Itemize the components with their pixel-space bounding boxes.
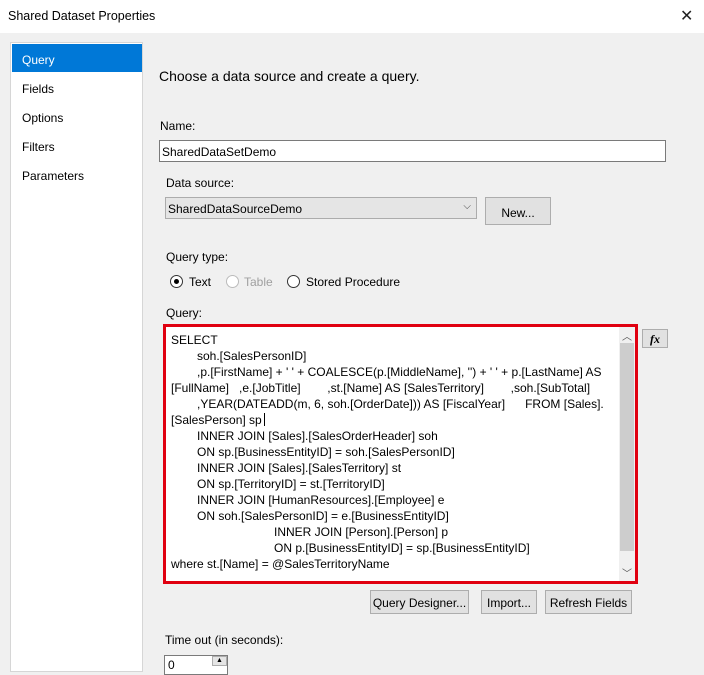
- datasource-select[interactable]: SharedDataSourceDemo ⌵: [165, 197, 477, 219]
- stepper-up-icon[interactable]: ▲: [212, 656, 227, 666]
- sidebar-item-fields[interactable]: Fields: [12, 73, 142, 101]
- sidebar-item-query[interactable]: Query: [12, 44, 142, 72]
- scrollbar-thumb[interactable]: [620, 343, 634, 551]
- expression-button[interactable]: fx: [642, 329, 668, 348]
- query-label: Query:: [166, 306, 203, 320]
- radio-stored-procedure[interactable]: [287, 275, 300, 288]
- query-line: ON sp.[BusinessEntityID] = soh.[SalesPer…: [197, 445, 455, 459]
- new-datasource-button[interactable]: New...: [485, 197, 551, 225]
- sidebar-item-parameters[interactable]: Parameters: [12, 160, 142, 188]
- query-textarea[interactable]: SELECT soh.[SalesPersonID] ,p.[FirstName…: [163, 324, 638, 584]
- query-designer-button[interactable]: Query Designer...: [370, 590, 469, 614]
- sidebar-item-options[interactable]: Options: [12, 102, 142, 130]
- query-line-cursor: [SalesPerson] sp: [171, 413, 265, 427]
- vertical-scrollbar[interactable]: ︿ ﹀: [619, 327, 635, 581]
- query-line: ,p.[FirstName] + ' ' + COALESCE(p.[Middl…: [197, 365, 602, 379]
- query-line: INNER JOIN [HumanResources].[Employee] e: [197, 493, 445, 507]
- query-line: soh.[SalesPersonID]: [197, 349, 307, 363]
- query-line: ON p.[BusinessEntityID] = sp.[BusinessEn…: [274, 541, 530, 555]
- timeout-stepper[interactable]: 0 ▲: [164, 655, 228, 675]
- query-line: SELECT: [171, 333, 218, 347]
- radio-stored-procedure-label: Stored Procedure: [306, 275, 401, 289]
- timeout-value: 0: [168, 658, 175, 672]
- query-line: [FullName] ,e.[JobTitle] ,st.[Name] AS […: [171, 381, 591, 395]
- window-title: Shared Dataset Properties: [8, 9, 156, 23]
- scroll-down-icon[interactable]: ﹀: [622, 565, 632, 580]
- radio-table-label: Table: [244, 275, 273, 289]
- query-type-label: Query type:: [166, 250, 229, 264]
- name-input[interactable]: SharedDataSetDemo: [159, 140, 666, 162]
- title-bar: Shared Dataset Properties ✕: [0, 0, 704, 33]
- timeout-label: Time out (in seconds):: [165, 633, 284, 647]
- radio-text[interactable]: [170, 275, 183, 288]
- query-line: ON sp.[TerritoryID] = st.[TerritoryID]: [197, 477, 385, 491]
- radio-table: [226, 275, 239, 288]
- close-icon[interactable]: ✕: [680, 6, 693, 26]
- query-line: INNER JOIN [Sales].[SalesTerritory] st: [197, 461, 402, 475]
- page-heading: Choose a data source and create a query.: [159, 68, 420, 84]
- sidebar-nav: Query Fields Options Filters Parameters: [10, 42, 143, 672]
- import-button[interactable]: Import...: [481, 590, 537, 614]
- datasource-label: Data source:: [166, 176, 235, 190]
- query-line: [SalesPerson] sp: [171, 413, 262, 427]
- query-line: where st.[Name] = @SalesTerritoryName: [171, 557, 390, 571]
- name-label: Name:: [160, 119, 196, 133]
- text-caret: [263, 413, 265, 426]
- sidebar-item-filters[interactable]: Filters: [12, 131, 142, 159]
- query-line: INNER JOIN [Person].[Person] p: [274, 525, 449, 539]
- query-line: INNER JOIN [Sales].[SalesOrderHeader] so…: [197, 429, 438, 443]
- scroll-up-icon[interactable]: ︿: [622, 328, 632, 343]
- datasource-value: SharedDataSourceDemo: [168, 202, 303, 216]
- refresh-fields-button[interactable]: Refresh Fields: [545, 590, 632, 614]
- radio-text-label: Text: [189, 275, 212, 289]
- query-line: ON soh.[SalesPersonID] = e.[BusinessEnti…: [197, 509, 449, 523]
- chevron-down-icon: ⌵: [463, 201, 471, 212]
- query-line: ,YEAR(DATEADD(m, 6, soh.[OrderDate])) AS…: [197, 397, 604, 411]
